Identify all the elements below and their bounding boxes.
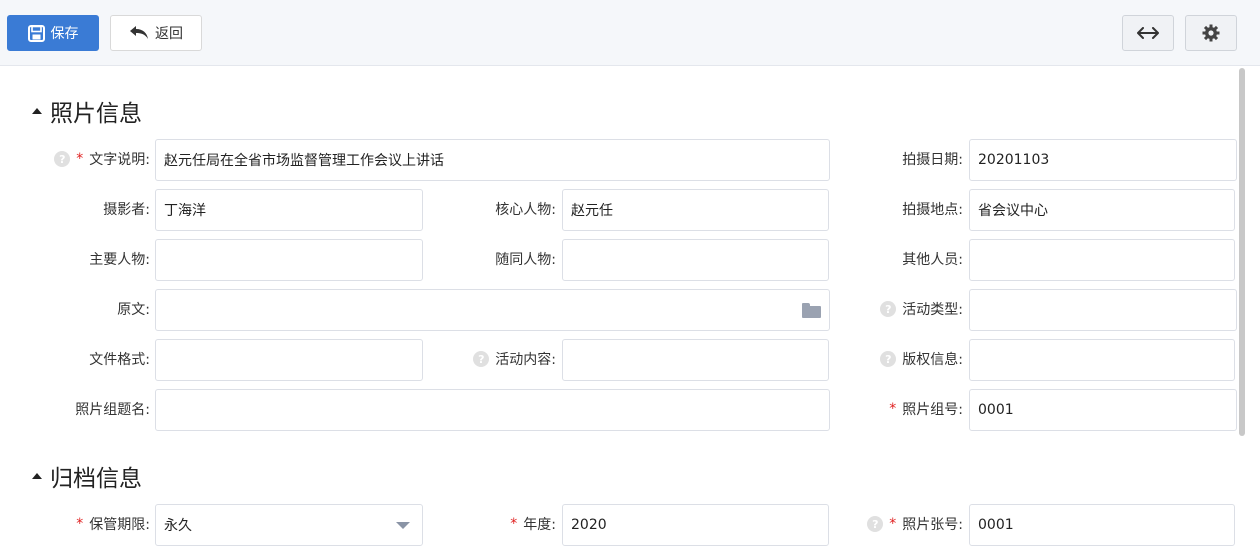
copyright-label: ? 版权信息:: [850, 339, 963, 379]
shoot-date-label: 拍摄日期:: [902, 152, 963, 168]
group-title-input[interactable]: [155, 389, 830, 431]
required-mark: *: [76, 516, 84, 532]
activity-type-label: ? 活动类型:: [850, 289, 963, 329]
section-archive-info[interactable]: 归档信息: [32, 459, 142, 493]
shoot-date-input[interactable]: 20201103: [969, 139, 1237, 181]
accompany-person-input[interactable]: [562, 239, 829, 281]
photographer-input[interactable]: 丁海洋: [155, 189, 423, 231]
expand-width-button[interactable]: [1122, 15, 1174, 51]
save-button-label: 保存: [50, 26, 79, 42]
vertical-scrollbar[interactable]: [1239, 68, 1245, 436]
back-button[interactable]: 返回: [110, 15, 202, 51]
required-mark: *: [889, 401, 897, 417]
main-person-input[interactable]: [155, 239, 423, 281]
required-mark: *: [76, 151, 84, 167]
photographer-label: 摄影者:: [103, 202, 150, 218]
other-person-input[interactable]: [969, 239, 1235, 281]
help-icon[interactable]: ?: [473, 351, 490, 367]
required-mark: *: [510, 516, 518, 532]
original-text-label: 原文:: [117, 302, 150, 318]
shoot-place-input[interactable]: 省会议中心: [969, 189, 1235, 231]
section-photo-info[interactable]: 照片信息: [32, 94, 142, 128]
gear-icon: [1202, 24, 1220, 42]
group-number-label: * 照片组号:: [889, 401, 963, 418]
other-person-label: 其他人员:: [902, 252, 963, 268]
help-icon[interactable]: ?: [867, 516, 884, 532]
year-label: * 年度:: [510, 516, 556, 533]
save-icon: [27, 24, 45, 42]
help-icon[interactable]: ?: [880, 301, 897, 317]
folder-icon[interactable]: [802, 302, 821, 318]
retention-select[interactable]: 永久: [155, 504, 423, 546]
activity-content-input[interactable]: [562, 339, 829, 381]
photo-number-label: ? * 照片张号:: [850, 504, 963, 544]
horizontal-arrows-icon: [1137, 27, 1159, 39]
dropdown-arrow-icon[interactable]: [396, 521, 410, 529]
core-person-label: 核心人物:: [495, 202, 556, 218]
original-text-input[interactable]: [155, 289, 830, 331]
collapse-caret-icon: [32, 108, 42, 114]
section-title: 归档信息: [50, 466, 142, 492]
accompany-person-label: 随同人物:: [495, 252, 556, 268]
shoot-place-label: 拍摄地点:: [902, 202, 963, 218]
core-person-input[interactable]: 赵元任: [562, 189, 829, 231]
group-number-input[interactable]: 0001: [969, 389, 1237, 431]
caption-input[interactable]: 赵元任局在全省市场监督管理工作会议上讲话: [155, 139, 830, 181]
caption-label: ? * 文字说明:: [40, 139, 150, 179]
main-person-label: 主要人物:: [89, 252, 150, 268]
file-format-input[interactable]: [155, 339, 423, 381]
photo-number-input[interactable]: 0001: [969, 504, 1235, 546]
collapse-caret-icon: [32, 473, 42, 479]
activity-type-input[interactable]: [969, 289, 1237, 331]
help-icon[interactable]: ?: [880, 351, 897, 367]
year-input[interactable]: 2020: [562, 504, 829, 546]
group-title-label: 照片组题名:: [75, 402, 150, 418]
settings-button[interactable]: [1185, 15, 1237, 51]
section-title: 照片信息: [50, 101, 142, 127]
save-button[interactable]: 保存: [7, 15, 99, 51]
back-button-label: 返回: [155, 26, 183, 42]
back-arrow-icon: [129, 25, 149, 41]
toolbar: 保存 返回: [0, 0, 1260, 66]
copyright-input[interactable]: [969, 339, 1235, 381]
required-mark: *: [889, 516, 897, 532]
activity-content-label: ? 活动内容:: [440, 339, 556, 379]
retention-label: * 保管期限:: [76, 516, 150, 533]
help-icon[interactable]: ?: [54, 151, 71, 167]
file-format-label: 文件格式:: [89, 352, 150, 368]
